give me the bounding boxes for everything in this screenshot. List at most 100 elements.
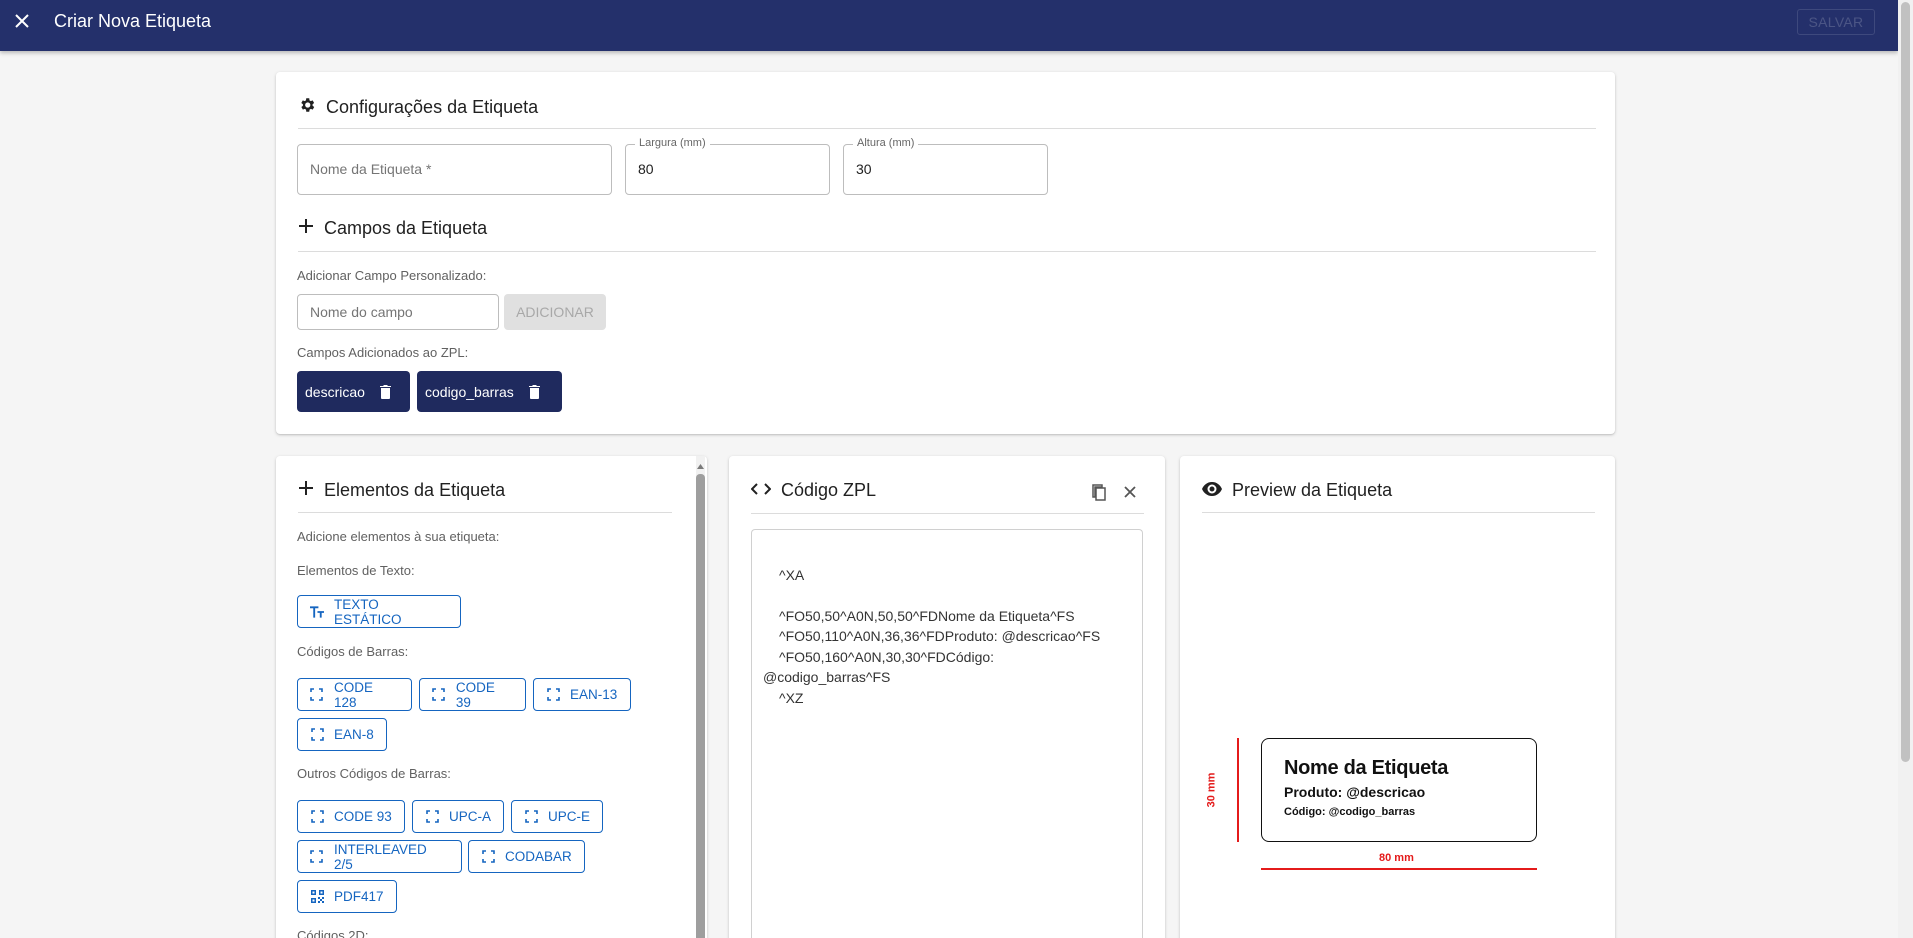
chip-label: descricao (305, 383, 365, 400)
label-preview-code: Código: @codigo_barras (1284, 806, 1416, 818)
trash-icon[interactable] (379, 384, 393, 400)
scan-frame-icon (432, 688, 446, 702)
elements-divider (298, 512, 672, 513)
code-icon (750, 480, 772, 501)
eye-icon (1202, 480, 1222, 501)
custom-field-input[interactable]: Nome do campo (297, 294, 499, 330)
zpl-line: ^XA (779, 567, 805, 583)
page-title: Criar Nova Etiqueta (54, 11, 212, 31)
zpl-divider (751, 513, 1144, 514)
qr-code-icon (310, 890, 324, 904)
zpl-heading-text: Código ZPL (781, 480, 877, 500)
add-field-button[interactable]: ADICIONAR (504, 294, 606, 330)
gear-icon (298, 96, 316, 119)
pdf417-button[interactable]: PDF417 (297, 880, 397, 913)
trash-icon[interactable] (528, 384, 542, 400)
code-128-label: CODE 128 (333, 679, 373, 710)
elements-heading: Elementos da Etiqueta (298, 480, 505, 501)
width-dimension-label: 80 mm (1379, 852, 1414, 864)
custom-field-placeholder: Nome do campo (310, 304, 413, 320)
width-field-label: Largura (mm) (635, 137, 710, 149)
code-93-label: CODE 93 (334, 809, 392, 824)
codabar-button[interactable]: CODABAR (468, 840, 585, 873)
height-dimension-label: 30 mm (1205, 772, 1218, 808)
upc-e-label: UPC-E (548, 809, 591, 824)
width-dimension-line (1261, 868, 1537, 870)
custom-field-label: Adicionar Campo Personalizado: (297, 268, 487, 283)
zpl-line: @codigo_barras^FS (763, 669, 891, 685)
code-93-button[interactable]: CODE 93 (297, 800, 405, 833)
field-chip-codigo-barras[interactable]: codigo_barras (417, 371, 562, 412)
elements-heading-text: Elementos da Etiqueta (324, 480, 506, 500)
barcode-group-label: Códigos de Barras: (297, 644, 409, 659)
ean-13-button[interactable]: EAN-13 (533, 678, 631, 711)
twod-group-label: Códigos 2D: (297, 928, 369, 938)
ean-8-label: EAN-8 (334, 727, 374, 742)
code-128-button[interactable]: CODE 128 (297, 678, 412, 711)
label-preview-name: Nome da Etiqueta (1284, 757, 1449, 779)
height-field-value: 30 (856, 161, 872, 177)
config-heading: Configurações da Etiqueta (298, 96, 538, 119)
scroll-up-arrow[interactable] (696, 458, 705, 469)
upc-a-button[interactable]: UPC-A (412, 800, 504, 833)
scan-frame-icon (425, 810, 439, 824)
upc-e-button[interactable]: UPC-E (511, 800, 603, 833)
zpl-line: ^FO50,110^A0N,36,36^FDProduto: @descrica… (779, 628, 1101, 644)
save-button[interactable]: SALVAR (1797, 9, 1875, 35)
zpl-line: ^FO50,50^A0N,50,50^FDNome da Etiqueta^FS (779, 608, 1075, 624)
width-field-value: 80 (638, 161, 654, 177)
elements-card: Elementos da Etiqueta Adicione elementos… (276, 456, 707, 938)
config-heading-text: Configurações da Etiqueta (326, 97, 539, 117)
chip-label: codigo_barras (425, 383, 514, 400)
static-text-label: TEXTO ESTÁTICO (334, 596, 402, 627)
fields-divider (298, 251, 1596, 252)
zpl-line: ^FO50,160^A0N,30,30^FDCódigo: (779, 649, 995, 665)
field-chip-descricao[interactable]: descricao (297, 371, 410, 412)
label-preview-box: Nome da Etiqueta Produto: @descricao Cód… (1261, 738, 1537, 842)
height-field-label: Altura (mm) (853, 137, 919, 149)
preview-heading: Preview da Etiqueta (1202, 480, 1392, 501)
preview-divider (1202, 512, 1595, 513)
config-divider (298, 128, 1596, 129)
static-text-button[interactable]: TEXTO ESTÁTICO (297, 595, 461, 628)
elements-scrollbar[interactable] (696, 456, 705, 938)
copy-icon[interactable] (1088, 481, 1110, 503)
height-dimension-line (1237, 738, 1239, 842)
scan-frame-icon (310, 810, 324, 824)
zpl-heading: Código ZPL (750, 480, 877, 501)
fields-heading-text: Campos da Etiqueta (324, 218, 488, 238)
code-39-button[interactable]: CODE 39 (419, 678, 526, 711)
zpl-line: ^XZ (779, 690, 804, 706)
ean-8-button[interactable]: EAN-8 (297, 718, 387, 751)
close-icon[interactable] (1119, 481, 1141, 503)
app-bar: Criar Nova Etiqueta SALVAR (0, 0, 1898, 51)
elements-scrollbar-thumb[interactable] (696, 474, 705, 938)
width-field[interactable]: Largura (mm) 80 (625, 137, 830, 195)
pdf417-label: PDF417 (334, 889, 384, 904)
scan-frame-icon (310, 850, 324, 864)
upc-a-label: UPC-A (449, 809, 492, 824)
label-name-field[interactable]: Nome da Etiqueta * (297, 144, 612, 195)
page-scrollbar[interactable] (1898, 0, 1913, 938)
zpl-code-box[interactable]: ^XA ^FO50,50^A0N,50,50^FDNome da Etiquet… (751, 529, 1143, 938)
preview-card: Preview da Etiqueta 30 mm Nome da Etique… (1180, 456, 1615, 938)
scan-frame-icon (310, 728, 324, 742)
page-scrollbar-thumb[interactable] (1901, 2, 1910, 762)
height-field[interactable]: Altura (mm) 30 (843, 137, 1048, 195)
label-name-placeholder: Nome da Etiqueta * (310, 161, 432, 177)
scan-frame-icon (310, 688, 324, 702)
label-preview-product: Produto: @descricao (1284, 784, 1426, 800)
close-icon[interactable] (10, 9, 34, 33)
text-format-icon (310, 605, 324, 619)
fields-heading: Campos da Etiqueta (298, 218, 487, 239)
codabar-label: CODABAR (505, 849, 572, 864)
interleaved-label: INTERLEAVED 2/5 (333, 841, 427, 872)
interleaved-button[interactable]: INTERLEAVED 2/5 (297, 840, 462, 873)
preview-heading-text: Preview da Etiqueta (1232, 480, 1393, 500)
other-group-label: Outros Códigos de Barras: (297, 766, 451, 781)
zpl-card: Código ZPL ^XA ^FO50,50^A0N,50,50^FDNome… (729, 456, 1165, 938)
config-card: Configurações da Etiqueta Nome da Etique… (276, 72, 1615, 434)
code-39-label: CODE 39 (455, 679, 495, 710)
scan-frame-icon (524, 810, 538, 824)
plus-icon (298, 218, 314, 239)
